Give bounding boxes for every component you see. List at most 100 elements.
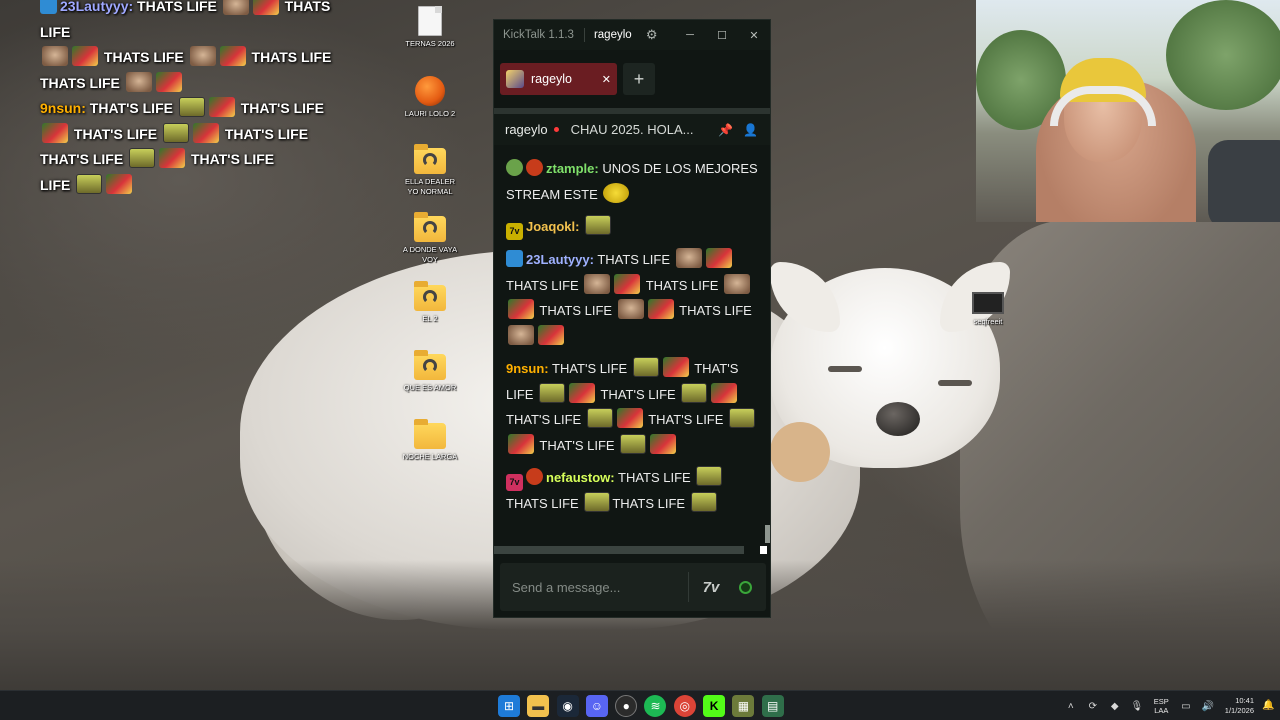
chat-message: 23Lautyyy: THATS LIFE THATS LIFE THATS L… xyxy=(506,247,762,349)
overlay-chat-line: 9nsun: THAT'S LIFE THAT'S LIFE xyxy=(40,96,360,122)
steam-icon[interactable]: ◉ xyxy=(556,695,579,717)
sponge-emote-icon xyxy=(586,408,613,428)
cube-badge-icon xyxy=(506,250,523,267)
overlay-chat-line: LIFE xyxy=(40,173,360,199)
desktop-icon-que-es-amor[interactable]: QUE ES AMOR xyxy=(400,350,460,393)
desktop-icon-el-2[interactable]: EL 2 xyxy=(400,281,460,324)
clock-time: 10:41 xyxy=(1235,696,1254,705)
message-input-bar: 7v xyxy=(500,563,766,611)
overlay-message-text: THAT'S LIFE xyxy=(73,125,158,142)
chat-tab-bar: rageylo ✕ + xyxy=(494,50,770,108)
scrollbar-thumb[interactable] xyxy=(760,546,767,554)
cat-emote-icon xyxy=(724,273,751,294)
drum-emote-icon xyxy=(508,433,534,454)
volume-icon[interactable]: 🔊 xyxy=(1202,700,1214,712)
desktop-icon-lauri-lolo-2[interactable]: LAURI LOLO 2 xyxy=(400,76,460,119)
overlay-message-text: THAT'S LIFE xyxy=(240,100,324,116)
message-text: LIFE xyxy=(506,386,534,402)
kick-icon[interactable]: K xyxy=(703,695,726,717)
minimize-button[interactable]: ─ xyxy=(674,20,706,50)
overlay-username: 23Lautyyy: xyxy=(60,0,134,14)
chat-message: 7v Joaqokl: xyxy=(506,214,762,240)
chat-message: 7v nefaustow: THATS LIFE THATS LIFE THATS… xyxy=(506,465,762,517)
notification-bell-icon[interactable]: 🔔 xyxy=(1262,700,1274,712)
message-username[interactable]: 23Lautyyy: xyxy=(526,252,594,267)
chevron-up-icon[interactable]: ˄ xyxy=(1065,700,1077,712)
live-indicator-icon xyxy=(553,127,559,132)
microphone-icon[interactable]: 🎙 xyxy=(1130,700,1143,712)
taskbar-apps: ⊞ ▬ ◉ ☺ ● ≋ ◎ K ▦ ▤ xyxy=(498,695,791,717)
clock[interactable]: 10:41 1/1/2026 xyxy=(1225,696,1254,716)
fl-studio-icon xyxy=(415,76,445,106)
shield-icon[interactable]: ◆ xyxy=(1109,700,1121,712)
drum-emote-icon xyxy=(159,148,186,168)
user-list-icon[interactable]: 👤 xyxy=(743,123,758,137)
language-indicator[interactable]: ESP LAA xyxy=(1154,697,1169,715)
app-name: KickTalk 1.1.3 xyxy=(503,29,574,41)
kicktalk-titlebar[interactable]: KickTalk 1.1.3 rageylo ⚙ ─ ☐ ✕ xyxy=(494,20,770,50)
sync-icon[interactable]: ⟳ xyxy=(1087,700,1099,712)
sponge-emote-icon xyxy=(178,97,205,117)
desktop-icon-noche-larga[interactable]: NOCHE LARGA xyxy=(400,419,460,462)
desktop-icon-ella-dealer[interactable]: ELLA DEALER YO NORMAL xyxy=(400,144,460,196)
kick-emote-button[interactable] xyxy=(731,573,759,601)
chat-message-list[interactable]: ztample: UNOS DE LOS MEJORES STREAM ESTE… xyxy=(494,156,766,544)
desktop-icon-ternas-2026[interactable]: TERNAS 2026 xyxy=(400,6,460,49)
message-text: THAT'S LIFE xyxy=(552,361,628,376)
file-explorer-icon[interactable]: ▬ xyxy=(527,695,550,717)
message-text: THATS LIFE xyxy=(645,277,719,293)
wallpaper-fox-eye xyxy=(938,380,972,386)
message-input[interactable] xyxy=(512,579,682,595)
overlay-username: 9nsun: xyxy=(40,100,86,116)
add-tab-button[interactable]: + xyxy=(623,63,655,95)
seven-tv-emote-button[interactable]: 7v xyxy=(697,573,725,601)
message-username[interactable]: ztample: xyxy=(546,161,599,176)
keyboard-layout: LAA xyxy=(1154,706,1169,715)
message-text: THATS LIFE xyxy=(506,277,579,293)
system-tray: ˄ ⟳ ◆ 🎙 ESP LAA ▭ 🔊 10:41 1/1/2026 🔔 xyxy=(1060,691,1280,720)
cat-emote-icon xyxy=(189,46,216,66)
desktop-icon-label: TERNAS 2026 xyxy=(405,39,455,48)
maximize-button[interactable]: ☐ xyxy=(706,20,738,50)
sponge-emote-icon xyxy=(632,357,659,377)
desktop-icon-label: LAURI LOLO 2 xyxy=(404,109,456,118)
overlay-message-text: THATS LIFE xyxy=(103,49,184,65)
drum-emote-icon xyxy=(42,122,68,143)
desktop-icon-a-donde-vaya-voy[interactable]: A DONDE VAYA VOY xyxy=(400,212,460,264)
close-button[interactable]: ✕ xyxy=(738,20,770,50)
obs-icon[interactable]: ● xyxy=(615,695,638,717)
pin-icon[interactable]: 📌 xyxy=(718,123,733,137)
chat-message: 9nsun: THAT'S LIFE THAT'S LIFE THAT'S LI… xyxy=(506,356,762,458)
message-username[interactable]: Joaqokl: xyxy=(526,219,579,234)
seven-tv-badge-icon: 7v xyxy=(506,223,523,240)
overlay-message-text: THATS LIFE xyxy=(251,49,332,65)
gear-icon[interactable]: ⚙ xyxy=(644,27,660,43)
desktop-icon-seqfreeit[interactable]: seqfreeit xyxy=(958,292,1018,327)
drum-emote-icon xyxy=(569,382,596,403)
cat-emote-icon xyxy=(42,46,68,66)
seven-tv-badge-icon: 7v xyxy=(506,474,523,491)
spotify-icon[interactable]: ≋ xyxy=(644,695,667,717)
sponge-emote-icon xyxy=(162,122,189,143)
channel-name: rageylo xyxy=(505,122,548,137)
close-icon[interactable]: ✕ xyxy=(602,73,611,86)
overlay-message-text: THATS LIFE xyxy=(40,74,120,91)
discord-icon[interactable]: ☺ xyxy=(585,695,608,717)
message-username[interactable]: nefaustow: xyxy=(546,470,615,485)
tab-rageylo[interactable]: rageylo ✕ xyxy=(500,63,617,95)
cat-emote-icon xyxy=(508,324,534,345)
current-user[interactable]: rageylo xyxy=(594,29,632,41)
wallpaper-fox-nose xyxy=(876,402,920,436)
file-icon xyxy=(418,6,442,36)
kicktalk-icon[interactable]: ▤ xyxy=(761,695,784,717)
message-username[interactable]: 9nsun: xyxy=(506,361,549,376)
chat-scrollbar[interactable] xyxy=(765,525,770,543)
windows-start-icon[interactable]: ⊞ xyxy=(498,695,520,717)
cat-emote-icon xyxy=(617,299,644,319)
game-icon[interactable]: ▦ xyxy=(732,695,755,717)
network-icon[interactable]: ▭ xyxy=(1180,700,1192,712)
windows-taskbar: ⊞ ▬ ◉ ☺ ● ≋ ◎ K ▦ ▤ ˄ ⟳ ◆ 🎙 ESP LAA ▭ 🔊 … xyxy=(0,690,1280,720)
horizontal-scrollbar[interactable] xyxy=(494,546,744,554)
chat-message: ztample: UNOS DE LOS MEJORES STREAM ESTE xyxy=(506,156,762,207)
chrome-icon[interactable]: ◎ xyxy=(673,695,696,717)
